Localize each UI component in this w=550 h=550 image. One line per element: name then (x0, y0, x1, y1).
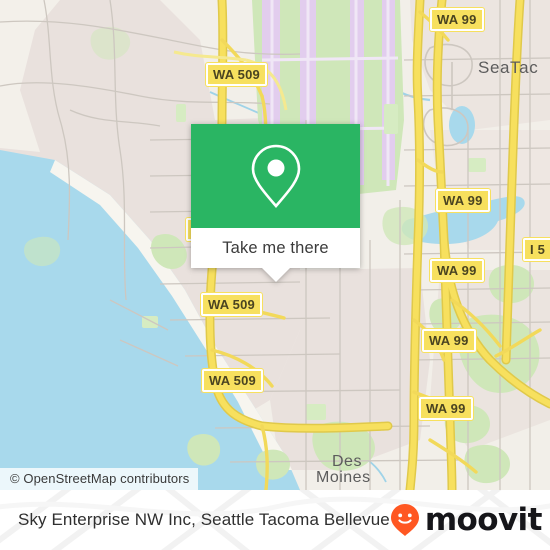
map-screenshot: SeaTac Des Moines WA 99WA 509WA 509WA 99… (0, 0, 550, 550)
moovit-logo[interactable]: moovit (390, 503, 542, 537)
map-label-des-moines-line2: Moines (316, 469, 371, 486)
highway-shield: WA 509 (206, 63, 267, 86)
map-label-seatac: SeaTac (478, 58, 539, 77)
footer-bar: Sky Enterprise NW Inc, Seattle Tacoma Be… (0, 490, 550, 550)
highway-shield: I 5 (523, 238, 550, 261)
highway-shield: WA 509 (202, 369, 263, 392)
osm-attribution[interactable]: © OpenStreetMap contributors (0, 468, 199, 490)
highway-shield: WA 99 (430, 259, 484, 282)
popup-footer[interactable]: Take me there (191, 228, 360, 282)
highway-shield: WA 99 (419, 397, 473, 420)
popup-header (191, 124, 360, 228)
place-title: Sky Enterprise NW Inc, Seattle Tacoma Be… (18, 510, 390, 529)
popup-pointer (261, 268, 290, 282)
highway-shield: WA 99 (436, 189, 490, 212)
map-pin-icon (251, 144, 300, 208)
moovit-wordmark: moovit (424, 501, 543, 538)
highway-shield: WA 509 (201, 293, 262, 316)
moovit-smiley-pin-icon (390, 504, 419, 536)
highway-shield: WA 99 (422, 329, 476, 352)
highway-shield: WA 99 (430, 8, 484, 31)
take-me-there-label: Take me there (222, 238, 329, 257)
location-popup[interactable]: Take me there (191, 124, 360, 282)
